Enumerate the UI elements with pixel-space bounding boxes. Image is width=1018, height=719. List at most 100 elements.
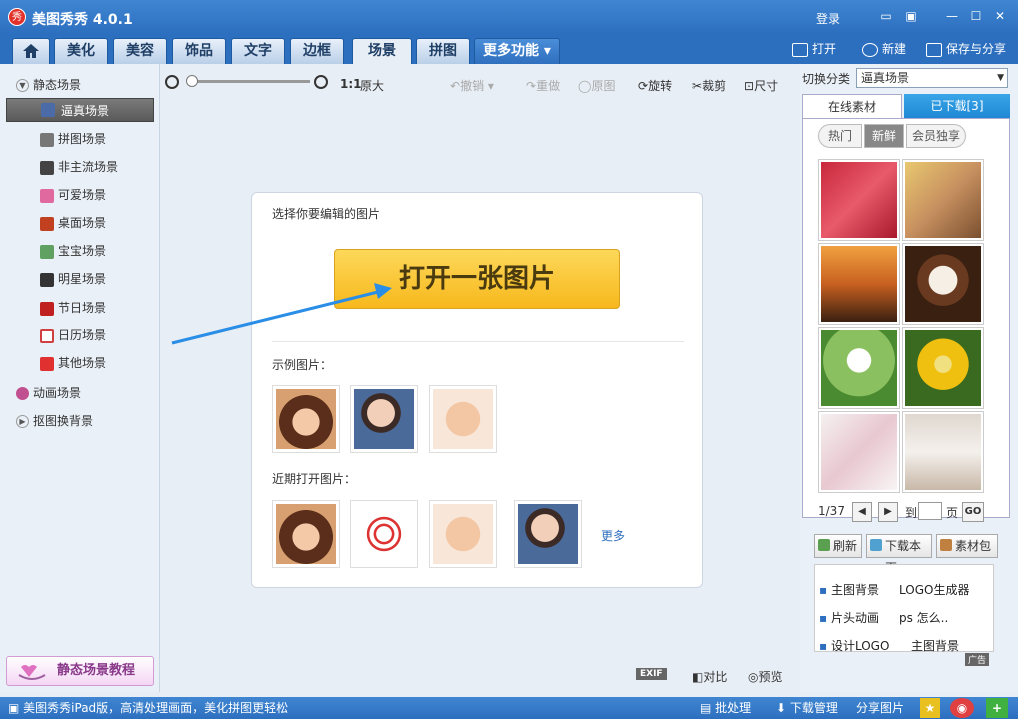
scissors-icon: ✂ [692,79,703,93]
sidebar-item-holiday[interactable]: 节日场景 [40,298,106,318]
material-thumb[interactable] [818,159,900,241]
login-link[interactable]: 登录 [816,10,840,27]
tab-scene[interactable]: 场景 [352,38,412,64]
sidebar-item-other[interactable]: 其他场景 [40,353,106,373]
zoom-ratio[interactable]: 1:1 [340,77,362,91]
material-thumb[interactable] [818,411,900,493]
recent-image[interactable] [429,500,497,568]
recent-image[interactable] [350,500,418,568]
undo-button[interactable]: ↶撤销 ▾ [450,77,494,94]
tab-collage[interactable]: 拼图 [416,38,470,64]
tab-makeup[interactable]: 美容 [113,38,167,64]
hand-heart-icon [18,665,46,680]
sidebar-item-realistic[interactable]: 逼真场景 [6,98,154,122]
ad-box: ▪ 主图背景 LOGO生成器 ▪ 片头动画 ps 怎么.. ▪ 设计LOGO 主… [814,564,994,666]
ad-link[interactable]: ps 怎么.. [899,609,948,626]
crop-label: 裁剪 [702,79,727,93]
category-select[interactable]: 逼真场景 ▼ [856,68,1008,88]
sidebar-item-cute[interactable]: 可爱场景 [40,185,106,205]
material-thumb[interactable] [902,159,984,241]
tab-more-functions[interactable]: 更多功能 ▾ [474,38,560,64]
save-share-action[interactable]: 保存与分享 [926,40,1006,57]
undo-label: 撤销 [460,79,485,93]
tab-border[interactable]: 边框 [290,38,344,64]
cutout-background-group[interactable]: ▶ 抠图换背景 [16,412,93,429]
sidebar-item-star[interactable]: 明星场景 [40,269,106,289]
page-number-input[interactable] [918,502,942,520]
zoom-in-icon[interactable] [314,75,328,89]
preview-button[interactable]: ◎预览 [748,668,783,685]
filter-member[interactable]: 会员独享 [906,124,966,148]
material-thumb[interactable] [818,327,900,409]
sample-image[interactable] [350,385,418,453]
more-recent-link[interactable]: 更多 [601,527,625,544]
rotate-button[interactable]: ⟳旋转 [638,77,672,94]
sample-image[interactable] [272,385,340,453]
zoom-slider[interactable] [190,80,310,83]
redo-button[interactable]: ↷重做 [526,77,560,94]
ad-link[interactable]: LOGO生成器 [899,581,969,598]
material-thumb[interactable] [902,411,984,493]
menu-icon[interactable]: ▣ [903,9,919,23]
status-bar: ▣ 美图秀秀iPad版，高清处理画面，美化拼图更轻松 ▤ 批处理 ⬇ 下载管理 … [0,697,1018,719]
minimize-icon[interactable]: — [944,9,960,23]
plus-icon[interactable]: + [986,698,1008,718]
tab-accessories[interactable]: 饰品 [172,38,226,64]
category-value: 逼真场景 [861,71,910,85]
sidebar-item-collage[interactable]: 拼图场景 [40,129,106,149]
material-thumb[interactable] [818,243,900,325]
exif-button[interactable]: EXIF [636,668,667,680]
share-image-button[interactable]: 分享图片 [856,697,904,719]
ad-link[interactable]: ▪ 片头动画 [819,609,879,626]
feedback-icon[interactable]: ▭ [878,9,894,23]
open-action[interactable]: 打开 [792,40,836,57]
go-button[interactable]: GO [962,502,984,522]
close-icon[interactable]: ✕ [992,9,1008,23]
ad-link[interactable]: 主图背景 [911,637,959,654]
sidebar-item-baby[interactable]: 宝宝场景 [40,241,106,261]
original-size-button[interactable]: 原大 [360,77,384,94]
sidebar-item-label: 可爱场景 [58,188,107,202]
crop-button[interactable]: ✂裁剪 [692,77,726,94]
animated-scene-group[interactable]: 动画场景 [16,384,81,401]
original-button[interactable]: ◯原图 [578,77,615,94]
download-page-button[interactable]: 下载本页 [866,534,932,575]
promo-link[interactable]: ▣ 美图秀秀iPad版，高清处理画面，美化拼图更轻松 [8,697,288,719]
material-pack-button[interactable]: 素材包 [936,534,998,558]
weibo-icon[interactable]: ◉ [950,698,974,718]
tab-downloaded[interactable]: 已下载[3] [904,94,1010,118]
zoom-slider-handle[interactable] [186,75,198,87]
ad-link[interactable]: ▪ 主图背景 [819,581,879,598]
new-action[interactable]: 新建 [862,40,906,57]
sidebar-item-nonmainstream[interactable]: 非主流场景 [40,157,118,177]
batch-button[interactable]: ▤ 批处理 [700,697,751,719]
compare-button[interactable]: ◧对比 [692,668,727,685]
prev-page-button[interactable]: ◀ [852,502,872,522]
sample-image[interactable] [429,385,497,453]
material-thumb[interactable] [902,327,984,409]
refresh-icon [818,539,830,551]
material-thumb[interactable] [902,243,984,325]
filter-fresh[interactable]: 新鲜 [864,124,904,148]
tab-online-materials[interactable]: 在线素材 [802,94,902,118]
download-manager-button[interactable]: ⬇ 下载管理 [776,697,838,719]
static-scene-tutorial-button[interactable]: 静态场景教程 [6,656,154,686]
star-icon[interactable]: ★ [920,698,940,718]
tab-text[interactable]: 文字 [231,38,285,64]
static-scene-group[interactable]: ▼ 静态场景 [16,76,81,93]
filter-hot[interactable]: 热门 [818,124,862,148]
sidebar-item-calendar[interactable]: 日历场景 [40,325,106,345]
zoom-out-icon[interactable] [165,75,179,89]
recent-image[interactable] [514,500,582,568]
size-button[interactable]: ⊡尺寸 [744,77,778,94]
refresh-button[interactable]: 刷新 [814,534,862,558]
sidebar-item-desktop[interactable]: 桌面场景 [40,213,106,233]
ad-link[interactable]: ▪ 设计LOGO [819,637,889,654]
tab-home[interactable] [12,38,50,64]
tab-beautify[interactable]: 美化 [54,38,108,64]
next-page-button[interactable]: ▶ [878,502,898,522]
cup-portrait-scene [905,414,981,490]
open-image-button[interactable]: 打开一张图片 [334,249,620,309]
recent-image[interactable] [272,500,340,568]
maximize-icon[interactable]: ☐ [968,9,984,23]
